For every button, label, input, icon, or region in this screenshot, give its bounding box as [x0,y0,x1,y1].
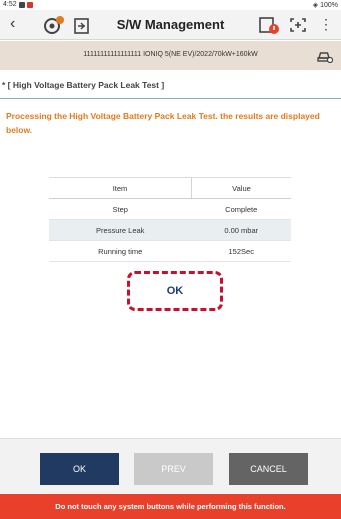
table-header-row: Item Value [49,177,291,199]
app-bar: ‹ S/W Management ⋮ [0,10,341,40]
section-divider [0,98,341,99]
status-time: 4:52 [3,1,17,8]
column-header-value: Value [191,177,291,199]
status-bar: 4:52 ◈ 100% [0,0,341,10]
description-text: Processing the High Voltage Battery Pack… [6,111,320,135]
results-table: Item Value Step Complete Pressure Leak 0… [49,177,291,262]
table-row: Running time 152Sec [49,240,291,262]
table-cell-item: Pressure Leak [49,219,192,241]
table-row: Pressure Leak 0.00 mbar [49,219,291,241]
ok-button[interactable]: OK [40,453,119,485]
table-cell-value: Complete [191,198,291,220]
table-cell-value: 0.00 mbar [191,219,291,241]
table-cell-item: Step [49,198,192,220]
prev-button[interactable]: PREV [134,453,213,485]
test-result-status: OK [127,271,223,311]
table-cell-value: 152Sec [191,240,291,262]
vehicle-info-bar: 11111111111111111 IONIQ 5(NE EV)/2022/70… [0,41,341,70]
section-title: * [ High Voltage Battery Pack Leak Test … [2,80,165,90]
vehicle-settings-icon[interactable] [317,49,333,63]
button-bar: OK PREV CANCEL [0,438,341,493]
warning-banner: Do not touch any system buttons while pe… [0,494,341,519]
vehicle-info-text: 11111111111111111 IONIQ 5(NE EV)/2022/70… [83,51,258,58]
battery-level: 100% [320,2,338,9]
cancel-button[interactable]: CANCEL [229,453,308,485]
app-notification-icon [26,1,33,8]
dtc-warning-icon[interactable] [258,15,280,35]
table-row: Step Complete [49,198,291,220]
notification-icon [18,1,25,8]
screen-capture-icon[interactable] [287,15,309,35]
wifi-icon: ◈ [312,2,319,9]
table-cell-item: Running time [49,240,192,262]
column-header-item: Item [49,177,192,199]
more-menu-icon[interactable]: ⋮ [319,16,333,33]
